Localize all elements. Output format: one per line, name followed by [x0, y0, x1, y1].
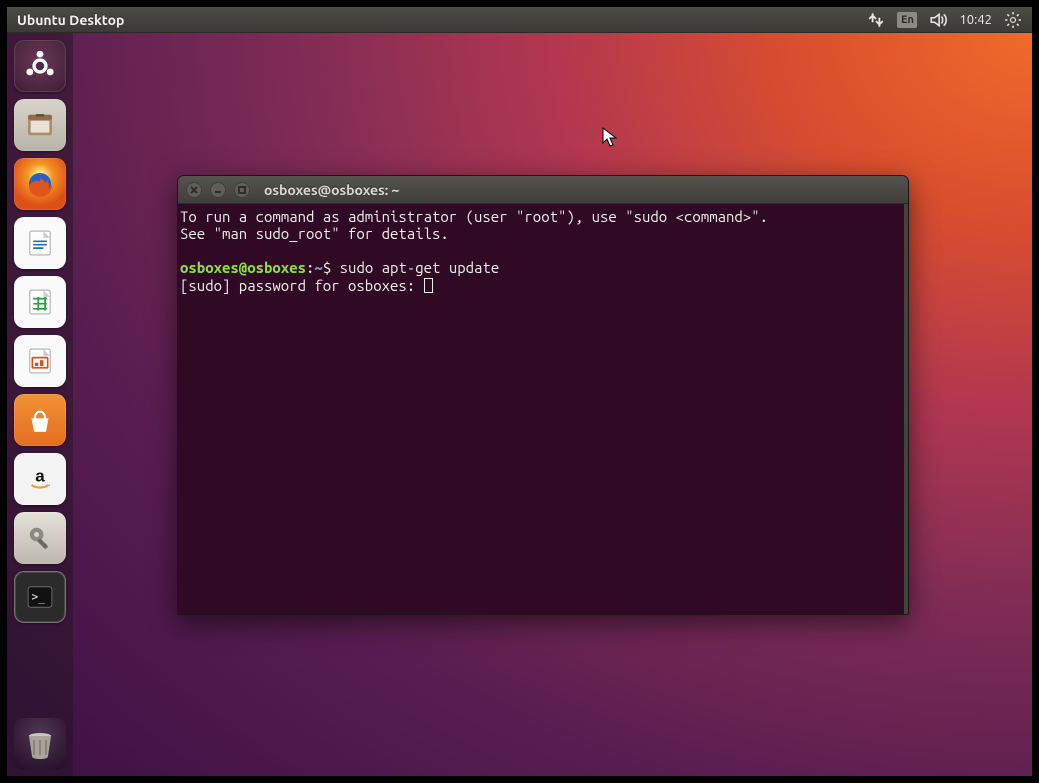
launcher-ubuntu-software[interactable] — [14, 394, 66, 446]
launcher-files[interactable] — [14, 99, 66, 151]
sound-icon[interactable] — [929, 11, 947, 29]
launcher-calc[interactable] — [14, 276, 66, 328]
launcher-dash[interactable] — [14, 40, 66, 92]
system-tray: En 10:42 — [867, 11, 1032, 29]
launcher-trash[interactable] — [14, 718, 66, 770]
terminal-command: sudo apt-get update — [340, 259, 500, 276]
terminal-prompt-userhost: osboxes@osboxes — [180, 259, 306, 276]
terminal-motd-line1: To run a command as administrator (user … — [180, 208, 768, 225]
window-maximize-button[interactable] — [234, 182, 250, 198]
launcher: a >_ — [7, 33, 73, 776]
launcher-terminal[interactable]: >_ — [14, 571, 66, 623]
svg-text:a: a — [35, 467, 45, 486]
terminal-cursor — [424, 278, 433, 293]
clock[interactable]: 10:42 — [959, 13, 992, 27]
terminal-body[interactable]: To run a command as administrator (user … — [178, 204, 908, 614]
launcher-impress[interactable] — [14, 335, 66, 387]
launcher-firefox[interactable] — [14, 158, 66, 210]
terminal-sudo-prompt: [sudo] password for osboxes: — [180, 277, 424, 294]
terminal-motd-line2: See "man sudo_root" for details. — [180, 225, 449, 242]
launcher-amazon[interactable]: a — [14, 453, 66, 505]
terminal-title-text: osboxes@osboxes: ~ — [264, 182, 399, 198]
terminal-titlebar[interactable]: osboxes@osboxes: ~ — [178, 176, 908, 204]
terminal-prompt-path: ~ — [314, 259, 322, 276]
menu-bar-title: Ubuntu Desktop — [7, 12, 124, 28]
launcher-writer[interactable] — [14, 217, 66, 269]
terminal-prompt-symbol: $ — [323, 259, 340, 276]
network-icon[interactable] — [867, 11, 885, 29]
top-menu-bar: Ubuntu Desktop En 10:42 — [7, 7, 1032, 33]
terminal-window[interactable]: osboxes@osboxes: ~ To run a command as a… — [177, 175, 909, 615]
keyboard-layout-indicator[interactable]: En — [897, 12, 917, 28]
window-minimize-button[interactable] — [210, 182, 226, 198]
window-close-button[interactable] — [186, 182, 202, 198]
session-gear-icon[interactable] — [1004, 11, 1022, 29]
svg-text:>_: >_ — [32, 590, 46, 603]
launcher-system-settings[interactable] — [14, 512, 66, 564]
